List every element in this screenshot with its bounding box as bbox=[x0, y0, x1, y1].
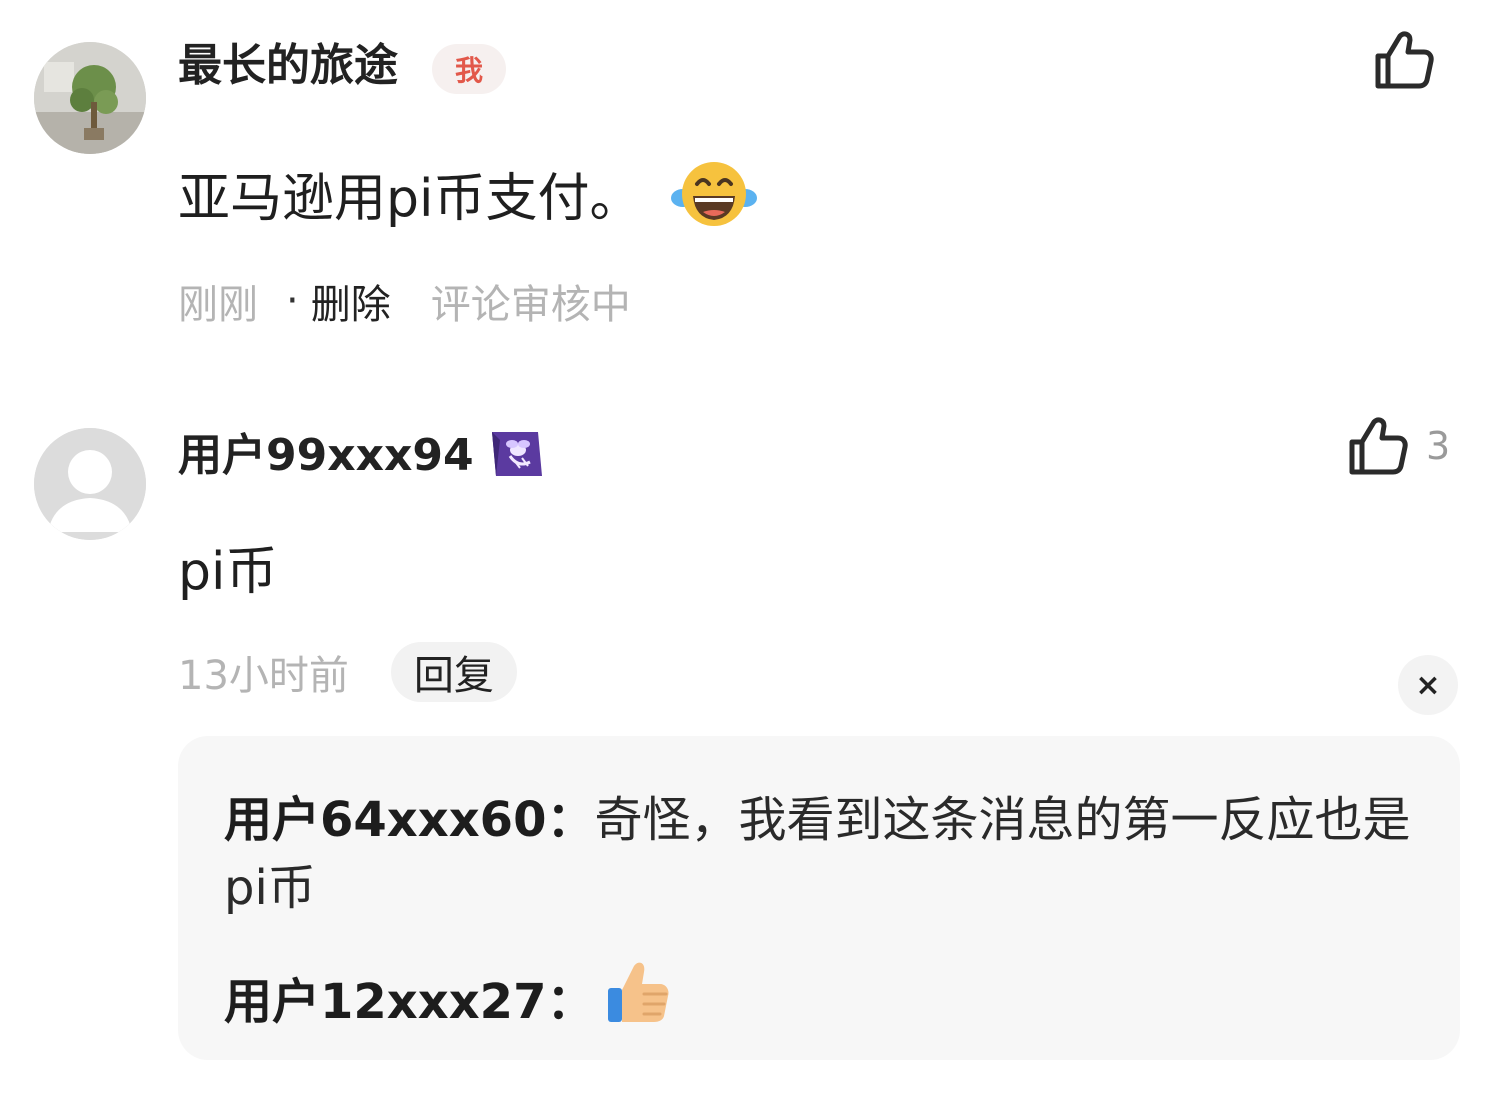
avatar[interactable] bbox=[34, 42, 146, 154]
avatar[interactable] bbox=[34, 428, 146, 540]
review-status: 评论审核中 bbox=[430, 282, 631, 328]
like-count: 3 bbox=[1426, 424, 1451, 468]
me-badge: 我 bbox=[432, 44, 506, 94]
meta-separator: · bbox=[286, 278, 299, 324]
reply-author[interactable]: 用户12xxx27： bbox=[224, 968, 594, 1036]
laughing-with-tears-emoji-icon bbox=[671, 158, 758, 239]
like-button[interactable]: 3 bbox=[1346, 416, 1450, 476]
comment-text-row: 亚马逊用pi币支付。 bbox=[178, 158, 758, 239]
reply-list[interactable]: 用户64xxx60：奇怪，我看到这条消息的第一反应也是pi币 用户12xxx27… bbox=[178, 736, 1460, 1060]
comment-item: 最长的旅途 我 亚马逊用pi币支付。 刚刚 · 删除 评论审核中 bbox=[0, 0, 1494, 360]
like-button[interactable] bbox=[1372, 30, 1434, 90]
comment-meta: 刚刚 · 删除 评论审核中 bbox=[178, 272, 631, 330]
username-row: 用户99xxx94 bbox=[178, 428, 546, 484]
reply-item[interactable]: 用户12xxx27： bbox=[224, 958, 672, 1046]
default-user-icon bbox=[34, 428, 146, 540]
comment-text: 亚马逊用pi币支付。 bbox=[178, 168, 642, 229]
reply-button[interactable]: 回复 bbox=[390, 642, 517, 702]
comment-time: 刚刚 bbox=[178, 282, 258, 328]
thumbs-up-emoji-icon bbox=[604, 958, 672, 1046]
reply-item[interactable]: 用户64xxx60：奇怪，我看到这条消息的第一反应也是pi币 bbox=[224, 786, 1424, 922]
comment-username[interactable]: 用户99xxx94 bbox=[178, 434, 474, 478]
thumbs-up-outline-icon bbox=[1375, 31, 1434, 89]
comment-text: pi币 bbox=[178, 542, 278, 602]
comment-username[interactable]: 最长的旅途 bbox=[178, 44, 398, 88]
comment-meta: 13小时前 回复 bbox=[178, 642, 517, 702]
thumbs-up-outline-icon bbox=[1349, 417, 1408, 475]
plant-photo-icon bbox=[34, 42, 146, 154]
bee-badge-icon bbox=[488, 428, 546, 484]
close-button[interactable]: × bbox=[1398, 655, 1458, 715]
reply-author[interactable]: 用户64xxx60： bbox=[224, 792, 594, 848]
delete-button[interactable]: 删除 bbox=[311, 272, 391, 330]
comment-time: 13小时前 bbox=[178, 653, 349, 699]
